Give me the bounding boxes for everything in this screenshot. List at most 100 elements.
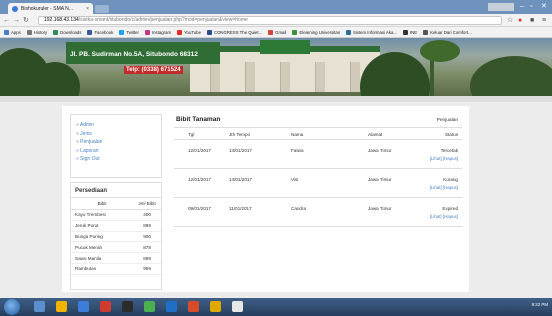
- bookmark-item[interactable]: Elearning Universitas: [292, 29, 340, 35]
- building-roof: [260, 40, 310, 54]
- row-actions-link[interactable]: [Lihat] [Hapus]: [430, 185, 458, 190]
- stock-row: Pucuk Merah 878: [71, 241, 161, 254]
- menu-link-jenis[interactable]: » Jenis: [76, 130, 156, 139]
- bookmark-item[interactable]: History: [26, 29, 47, 35]
- taskbar-app-icon[interactable]: [56, 301, 67, 312]
- bookmark-item[interactable]: Instagram: [144, 29, 171, 35]
- stock-table: Bibit Jml Bibit Kayu Trembesi 400 Jeruk Pu…: [71, 198, 161, 275]
- taskbar-app-icon[interactable]: [188, 301, 199, 312]
- close-window-icon[interactable]: ✕: [541, 3, 547, 11]
- tab-close-icon[interactable]: ×: [86, 6, 89, 12]
- tab-favicon-icon: [12, 5, 18, 12]
- palm-leaves: [420, 40, 460, 62]
- taskbar-app-icon[interactable]: [78, 301, 89, 312]
- taskbar-app-icon[interactable]: [210, 301, 221, 312]
- cell-status: Kurang: [443, 177, 458, 182]
- menu-label: Jenis: [80, 130, 92, 137]
- cell-tempo: 11/01/2017: [229, 206, 252, 211]
- tab-title: Bishokuruler - SMA N...: [21, 5, 73, 12]
- stock-name: Pucuk Merah: [71, 241, 134, 254]
- user-chip[interactable]: [488, 3, 514, 11]
- taskbar-app-icon[interactable]: [232, 301, 243, 312]
- bookmark-favicon-icon: [26, 29, 32, 35]
- stock-name: Sawo Manila: [71, 252, 134, 264]
- bookmark-item[interactable]: Facebook: [87, 29, 113, 35]
- bookmark-favicon-icon: [423, 29, 429, 35]
- minimize-icon[interactable]: –: [520, 3, 524, 11]
- col-status: Status: [444, 132, 458, 137]
- menu-link-laporan[interactable]: » Laporan: [76, 147, 156, 156]
- taskbar-app-icon[interactable]: [34, 301, 45, 312]
- url-path: /sistka-smant/stubondo/c/admin/penjualan…: [78, 17, 248, 23]
- bookmark-favicon-icon: [177, 29, 183, 35]
- maximize-icon[interactable]: ▫: [530, 3, 532, 11]
- building-column: [210, 62, 220, 92]
- taskbar-app-icon[interactable]: [166, 301, 177, 312]
- menu-link-admin[interactable]: » Admin: [76, 121, 156, 130]
- browser-tab[interactable]: Bishokuruler - SMA N... ×: [8, 3, 93, 14]
- bookmark-star-icon[interactable]: ☆: [507, 16, 513, 25]
- cell-alamat: Jawa Timur: [368, 206, 392, 211]
- cell-nama: Visi: [291, 177, 299, 182]
- page-title: Bibit Tanaman: [176, 116, 221, 123]
- stock-name: Kayu Trembesi: [71, 209, 134, 221]
- stock-row: Kayu Trembesi 400: [71, 209, 161, 221]
- bookmark-label: Twitter: [126, 29, 139, 35]
- cell-tgl: 12/01/2017: [188, 177, 211, 182]
- stock-name: Bunga Puring: [71, 231, 134, 243]
- row-actions-link[interactable]: [Lihat] [Hapus]: [430, 156, 458, 161]
- address-bar[interactable]: 192.168.43.134/sistka-smant/stubondo/c/a…: [38, 16, 502, 25]
- cell-tempo: 14/01/2017: [229, 148, 252, 153]
- reload-icon[interactable]: ↻: [23, 16, 29, 25]
- table-row: 12/01/2017 14/01/2017 Fatwa Jawa Timur Terce…: [174, 140, 462, 169]
- stock-row: Rambutan 999: [71, 263, 161, 275]
- clock[interactable]: 9:22 PM: [532, 302, 548, 307]
- bookmark-item[interactable]: YouTube: [177, 29, 201, 35]
- bookmarks-bar: Apps History Downloads Facebook Twitter Insta…: [0, 27, 552, 38]
- sales-panel: Bibit Tanaman Penjualan Tgl Jth Tempo Na…: [174, 114, 462, 290]
- bookmark-favicon-icon: [119, 29, 125, 35]
- forward-icon[interactable]: →: [13, 16, 20, 25]
- table-row: 12/01/2017 14/01/2017 Visi Jawa Timur Kurang…: [174, 169, 462, 198]
- col-alamat: Alamat: [368, 132, 383, 137]
- sales-header: Bibit Tanaman Penjualan: [174, 114, 462, 128]
- bookmark-label: Elearning Universitas: [299, 29, 340, 35]
- bookmark-item[interactable]: Keluar Dari Comfort...: [423, 29, 472, 35]
- taskbar-app-icon[interactable]: [144, 301, 155, 312]
- web-page: Jl. PB. Sudirman No.5A, Situbondo 68312 …: [0, 38, 552, 298]
- bookmark-item[interactable]: Twitter: [119, 29, 139, 35]
- cell-alamat: Jawa Timur: [368, 177, 392, 182]
- sales-rows: 12/01/2017 14/01/2017 Fatwa Jawa Timur Terce…: [174, 140, 462, 227]
- header-banner: Jl. PB. Sudirman No.5A, Situbondo 68312 …: [0, 38, 552, 96]
- stock-qty: 878: [133, 241, 161, 254]
- extension-icon[interactable]: ●: [518, 16, 522, 25]
- taskbar-app-icon[interactable]: [100, 301, 111, 312]
- bookmark-item[interactable]: CONGRESS The Quiet...: [206, 29, 262, 35]
- stock-panel: Persediaan Bibit Jml Bibit Kayu Trembesi…: [70, 182, 162, 290]
- menu-link-penjualan[interactable]: » Penjualan: [76, 138, 156, 147]
- stock-qty: 899: [133, 220, 161, 232]
- bookmark-favicon-icon: [345, 29, 351, 35]
- cell-tempo: 14/01/2017: [229, 177, 252, 182]
- back-icon[interactable]: ←: [3, 16, 10, 25]
- bookmark-favicon-icon: [53, 29, 59, 35]
- row-actions-link[interactable]: [Lihat] [Hapus]: [430, 214, 458, 219]
- menu-label: Laporan: [80, 147, 99, 154]
- bookmark-item[interactable]: Gmail: [268, 29, 286, 35]
- menu-link-sign-out[interactable]: » Sign Out: [76, 155, 156, 164]
- taskbar-app-icon[interactable]: [122, 301, 133, 312]
- bookmark-favicon-icon: [144, 29, 150, 35]
- menu-icon[interactable]: ≡: [542, 16, 546, 25]
- extension2-icon[interactable]: ■: [530, 16, 534, 25]
- side-menu: » Admin» Jenis» Penjualan» Laporan» Sign…: [70, 114, 162, 178]
- bookmark-item[interactable]: INE: [402, 29, 417, 35]
- bookmark-item[interactable]: Downloads: [53, 29, 81, 35]
- bookmark-item[interactable]: Sistem Informasi Aka...: [345, 29, 397, 35]
- stock-row: Bunga Puring 900: [71, 231, 161, 243]
- school-phone: Telp: (0338) 671524: [124, 66, 183, 74]
- new-tab-button[interactable]: [95, 5, 109, 13]
- col-nama: Nama: [291, 132, 304, 137]
- bookmark-item[interactable]: Apps: [4, 29, 21, 35]
- start-button[interactable]: [4, 299, 20, 315]
- tree-decoration: [470, 56, 552, 96]
